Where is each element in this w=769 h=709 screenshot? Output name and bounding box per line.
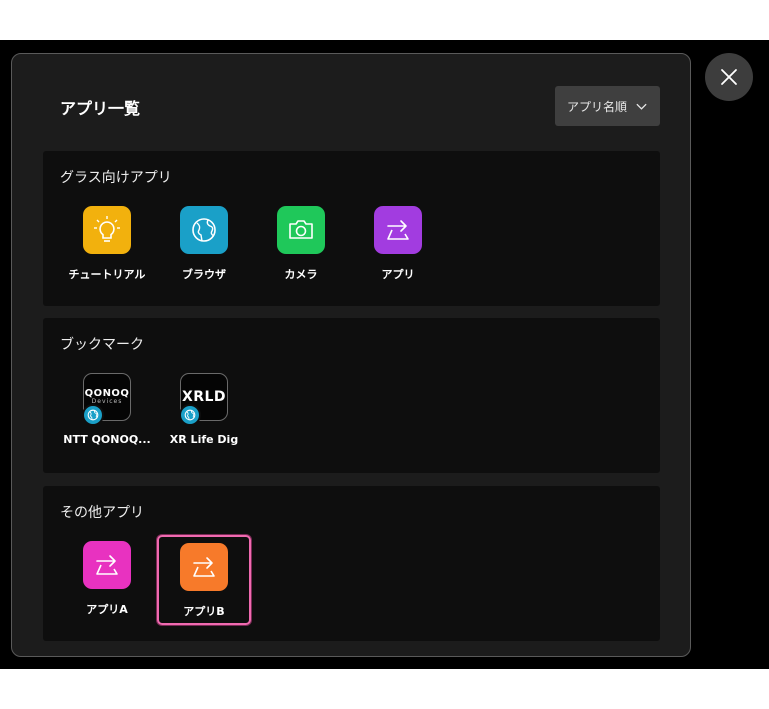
xrld-logo: XRLD: [179, 373, 228, 426]
sort-dropdown[interactable]: アプリ名順: [555, 86, 660, 126]
globe-icon: [180, 206, 228, 254]
section-title: その他アプリ: [60, 505, 144, 521]
app-arrow-icon: [83, 541, 131, 589]
app-label: チュートリアル: [68, 268, 146, 281]
section-title: グラス向けアプリ: [60, 170, 172, 186]
app-label: ブラウザ: [182, 268, 226, 281]
close-button[interactable]: [705, 53, 753, 101]
section-bookmarks: ブックマーク QONOQ Devices NTT QONOQ... XRLD X…: [43, 318, 660, 473]
close-icon: [721, 69, 737, 85]
app-apuri[interactable]: アプリ: [351, 200, 445, 290]
sort-label: アプリ名順: [566, 99, 627, 114]
app-label: アプリB: [183, 605, 225, 618]
app-list-panel: アプリ一覧 アプリ名順 グラス向けアプリ チュートリアル ブラウザ カメラ アプ…: [11, 53, 691, 657]
app-b[interactable]: アプリB: [157, 535, 251, 625]
app-browser[interactable]: ブラウザ: [157, 200, 251, 290]
app-label: NTT QONOQ...: [63, 433, 151, 446]
camera-icon: [277, 206, 325, 254]
section-glass-apps: グラス向けアプリ チュートリアル ブラウザ カメラ アプリ: [43, 151, 660, 306]
globe-icon: [82, 404, 104, 426]
app-label: XR Life Dig: [169, 433, 239, 446]
lightbulb-icon: [83, 206, 131, 254]
app-arrow-icon: [374, 206, 422, 254]
app-label: アプリA: [86, 603, 128, 616]
app-label: アプリ: [381, 268, 415, 281]
globe-icon: [179, 404, 201, 426]
logo-text: XRLD: [181, 389, 227, 405]
app-arrow-icon: [180, 543, 228, 591]
panel-title: アプリ一覧: [60, 99, 141, 118]
bookmark-ntt-qonoq[interactable]: QONOQ Devices NTT QONOQ...: [60, 367, 154, 457]
chevron-down-icon: [636, 103, 647, 110]
app-label: カメラ: [284, 268, 318, 281]
bookmark-xr-life-dig[interactable]: XRLD XR Life Dig: [157, 367, 251, 457]
qonoq-logo: QONOQ Devices: [82, 373, 131, 426]
app-a[interactable]: アプリA: [60, 535, 154, 625]
app-camera[interactable]: カメラ: [254, 200, 348, 290]
app-tutorial[interactable]: チュートリアル: [60, 200, 154, 290]
section-title: ブックマーク: [60, 337, 144, 353]
section-other-apps: その他アプリ アプリA アプリB: [43, 486, 660, 641]
